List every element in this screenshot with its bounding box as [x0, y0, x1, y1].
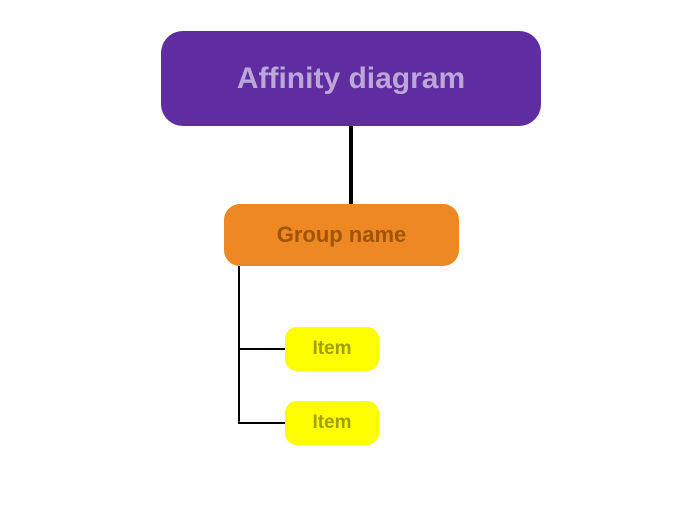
- connector-root-to-group: [349, 126, 353, 204]
- group-node: Group name: [224, 204, 459, 266]
- connector-to-item-2: [238, 422, 285, 424]
- item-node-2: Item: [285, 401, 379, 445]
- item-label-1: Item: [312, 338, 351, 360]
- connector-group-vertical: [238, 266, 240, 422]
- root-label: Affinity diagram: [237, 62, 465, 96]
- item-node-1: Item: [285, 327, 379, 371]
- group-label: Group name: [277, 222, 407, 248]
- root-node: Affinity diagram: [161, 31, 541, 126]
- item-label-2: Item: [312, 412, 351, 434]
- connector-to-item-1: [238, 348, 285, 350]
